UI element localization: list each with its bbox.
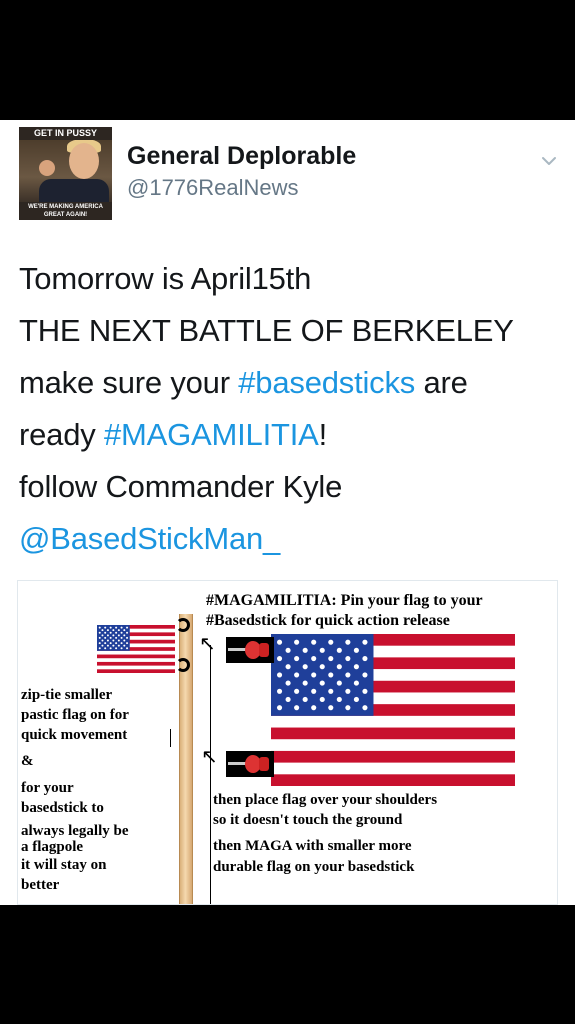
tweet-line: Tomorrow is April15th: [19, 261, 312, 296]
divider-line: [210, 645, 211, 904]
chevron-down-icon[interactable]: [540, 152, 558, 170]
push-pin-icon: [226, 637, 274, 663]
meme-headline: #MAGAMILITIA: Pin your flag to your: [206, 592, 483, 609]
mention-link[interactable]: @BasedStickMan_: [19, 521, 280, 556]
divider-line: [170, 729, 171, 747]
meme-caption: quick movement: [21, 727, 128, 743]
meme-caption: so it doesn't touch the ground: [213, 812, 403, 828]
meme-caption: for your: [21, 780, 74, 796]
user-handle[interactable]: @1776RealNews: [127, 175, 299, 201]
bottom-bar-area: [0, 905, 575, 1024]
hashtag-link[interactable]: #basedsticks: [238, 365, 415, 400]
arrow-icon: ↖: [201, 744, 218, 768]
meme-caption: then MAGA with smaller more: [213, 838, 412, 854]
tweet-line: @BasedStickMan_: [19, 513, 564, 565]
display-name[interactable]: General Deplorable: [127, 142, 356, 171]
meme-caption: it will stay on: [21, 857, 107, 873]
tweet-line: follow Commander Kyle: [19, 469, 343, 504]
meme-caption: always legally be: [21, 823, 129, 839]
avatar-caption-top: GET IN PUSSY: [19, 127, 112, 140]
meme-caption: then place flag over your shoulders: [213, 792, 438, 808]
hashtag-link[interactable]: #MAGAMILITIA: [104, 417, 319, 452]
meme-caption: better: [21, 877, 60, 893]
meme-caption: basedstick to: [21, 800, 104, 816]
small-flag-image: [97, 625, 175, 673]
avatar[interactable]: GET IN PUSSY WE'RE MAKING AMERICA GREAT …: [19, 127, 112, 220]
meme-caption: pastic flag on for: [21, 707, 129, 723]
tweet-text: Tomorrow is April15th THE NEXT BATTLE OF…: [19, 253, 564, 565]
tweet-line: ready #MAGAMILITIA!: [19, 417, 328, 452]
meme-caption: a flagpole: [21, 839, 84, 855]
meme-caption: durable flag on your basedstick: [213, 859, 415, 875]
tweet-line: THE NEXT BATTLE OF BERKELEY: [19, 313, 514, 348]
zip-tie-icon: [176, 618, 190, 632]
status-bar-area: [0, 0, 575, 120]
arrow-icon: ↖: [199, 631, 216, 655]
large-flag-image: [271, 634, 515, 786]
tweet-media-image[interactable]: #MAGAMILITIA: Pin your flag to your #Bas…: [17, 580, 558, 905]
meme-headline: #Basedstick for quick action release: [206, 612, 450, 629]
tweet-card[interactable]: GET IN PUSSY WE'RE MAKING AMERICA GREAT …: [0, 120, 575, 905]
meme-caption: zip-tie smaller: [21, 687, 113, 703]
zip-tie-icon: [176, 658, 190, 672]
meme-caption: &: [21, 753, 34, 769]
avatar-caption-bottom: WE'RE MAKING AMERICA GREAT AGAIN!: [19, 202, 112, 220]
tweet-line: make sure your #basedsticks are: [19, 365, 468, 400]
push-pin-icon: [226, 751, 274, 777]
